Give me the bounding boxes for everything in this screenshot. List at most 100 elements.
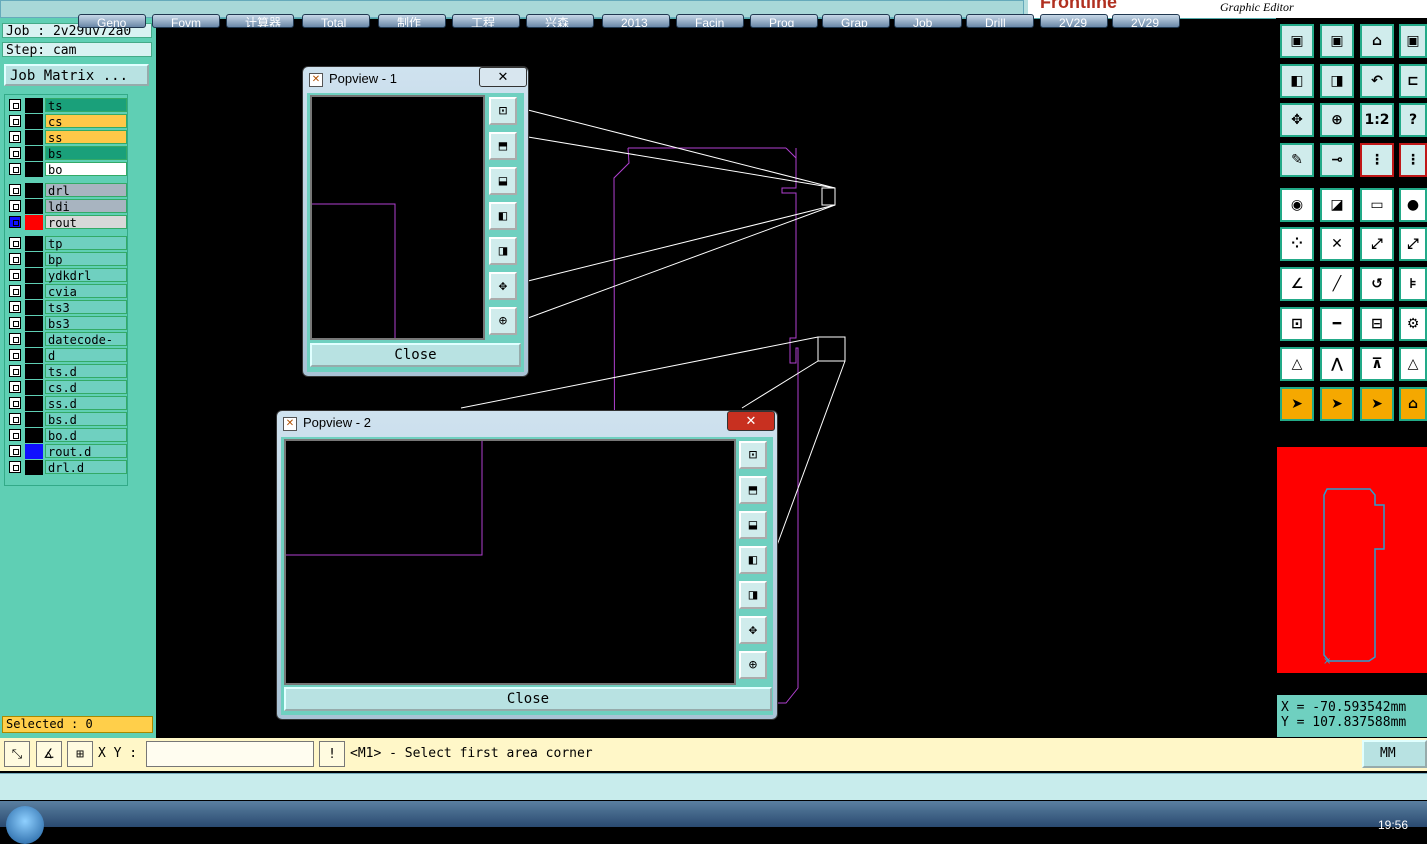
tool-button-icon[interactable]: △ (1399, 347, 1427, 381)
layer-row-bo-d[interactable]: bo.d (9, 428, 127, 443)
tool-button-icon[interactable]: ✕ (1320, 227, 1354, 261)
layer-row-drl-d[interactable]: drl.d (9, 460, 127, 475)
layer-checkbox[interactable] (9, 301, 21, 313)
layer-name[interactable]: bo (45, 162, 127, 177)
pan-left-icon[interactable]: ◧ (739, 546, 767, 574)
layer-name[interactable]: rout (45, 215, 127, 230)
layer-name[interactable]: ts (45, 98, 127, 113)
info-icon[interactable]: ! (319, 741, 345, 767)
angle-icon[interactable]: ∡ (36, 741, 62, 767)
layer-name[interactable]: ss.d (45, 396, 127, 411)
layer-color-swatch[interactable] (25, 412, 43, 427)
start-button[interactable] (6, 806, 44, 844)
layer-color-swatch[interactable] (25, 215, 43, 230)
layer-row-ss-d[interactable]: ss.d (9, 396, 127, 411)
tool-button-icon[interactable]: ⋮ (1360, 143, 1394, 177)
taskbar-item[interactable]: Facin (676, 14, 744, 28)
layer-checkbox[interactable] (9, 413, 21, 425)
layer-checkbox[interactable] (9, 216, 21, 228)
layer-color-swatch[interactable] (25, 284, 43, 299)
snap-icon[interactable]: ⤡ (4, 741, 30, 767)
layer-name[interactable]: ydkdrl (45, 268, 127, 283)
tool-button-icon[interactable]: ↶ (1360, 64, 1394, 98)
tool-button-icon[interactable]: ◪ (1320, 188, 1354, 222)
layer-row-cvia[interactable]: cvia (9, 284, 127, 299)
layer-color-swatch[interactable] (25, 460, 43, 475)
layer-checkbox[interactable] (9, 200, 21, 212)
layer-row-d[interactable]: d (9, 348, 127, 363)
tool-button-icon[interactable]: ∠ (1280, 267, 1314, 301)
pan-up-icon[interactable]: ⬒ (739, 476, 767, 504)
job-matrix-button[interactable]: Job Matrix ... (4, 64, 149, 86)
zoom-out-icon[interactable]: ✥ (489, 272, 517, 300)
layer-color-swatch[interactable] (25, 316, 43, 331)
layer-row-datecode-bo[interactable]: datecode-bo (9, 332, 127, 361)
layer-color-swatch[interactable] (25, 444, 43, 459)
tool-button-icon[interactable]: ⋮ (1399, 143, 1427, 177)
tool-button-icon[interactable]: ▣ (1320, 24, 1354, 58)
popview-1-canvas[interactable] (310, 95, 485, 340)
layer-color-swatch[interactable] (25, 300, 43, 315)
layer-name[interactable]: ss (45, 130, 127, 145)
layer-name[interactable]: drl (45, 183, 127, 198)
layer-checkbox[interactable] (9, 461, 21, 473)
layer-checkbox[interactable] (9, 381, 21, 393)
layer-color-swatch[interactable] (25, 199, 43, 214)
layer-name[interactable]: cs (45, 114, 127, 129)
taskbar-item[interactable]: 兴森 (526, 14, 594, 28)
tool-button-icon[interactable]: ⌂ (1399, 387, 1427, 421)
layer-name[interactable]: bs3 (45, 316, 127, 331)
tool-button-icon[interactable]: △ (1280, 347, 1314, 381)
tool-button-icon[interactable]: ╱ (1320, 267, 1354, 301)
layer-row-bs-d[interactable]: bs.d (9, 412, 127, 427)
layer-checkbox[interactable] (9, 147, 21, 159)
layer-checkbox[interactable] (9, 99, 21, 111)
layer-name[interactable]: rout.d (45, 444, 127, 459)
tool-button-icon[interactable]: ⊧ (1399, 267, 1427, 301)
layer-name[interactable]: bo.d (45, 428, 127, 443)
tool-button-icon[interactable]: ➤ (1280, 387, 1314, 421)
tool-button-icon[interactable]: ▭ (1360, 188, 1394, 222)
taskbar-item[interactable]: Geno (78, 14, 146, 28)
pan-left-icon[interactable]: ◧ (489, 202, 517, 230)
layer-color-swatch[interactable] (25, 348, 43, 363)
pan-right-icon[interactable]: ◨ (739, 581, 767, 609)
zoom-in-icon[interactable]: ⊕ (739, 651, 767, 679)
tool-button-icon[interactable]: 1:2 (1360, 103, 1394, 137)
tool-button-icon[interactable]: ● (1399, 188, 1427, 222)
layer-name[interactable]: datecode-bo (45, 332, 127, 361)
close-icon[interactable]: ✕ (727, 411, 775, 431)
taskbar-item[interactable]: 制作 (378, 14, 446, 28)
taskbar-item[interactable]: 2V29 (1112, 14, 1180, 28)
layer-name[interactable]: bs (45, 146, 127, 161)
layer-checkbox[interactable] (9, 397, 21, 409)
layer-color-swatch[interactable] (25, 332, 43, 347)
pan-up-icon[interactable]: ⬒ (489, 132, 517, 160)
zoom-out-icon[interactable]: ✥ (739, 616, 767, 644)
layer-checkbox[interactable] (9, 131, 21, 143)
units-button[interactable]: MM (1362, 740, 1427, 768)
tool-button-icon[interactable]: ➤ (1320, 387, 1354, 421)
tool-button-icon[interactable]: ◉ (1280, 188, 1314, 222)
layer-row-drl[interactable]: drl (9, 183, 127, 198)
layer-name[interactable]: bs.d (45, 412, 127, 427)
taskbar-item[interactable]: Grap (822, 14, 890, 28)
xy-input[interactable] (146, 741, 314, 767)
layer-name[interactable]: bp (45, 252, 127, 267)
tool-button-icon[interactable]: ⊏ (1399, 64, 1427, 98)
grid-icon[interactable]: ⊞ (67, 741, 93, 767)
tool-button-icon[interactable]: ⌂ (1360, 24, 1394, 58)
tool-button-icon[interactable]: ▣ (1399, 24, 1427, 58)
layer-row-tp[interactable]: tp (9, 236, 127, 251)
layer-color-swatch[interactable] (25, 380, 43, 395)
layer-row-bo[interactable]: bo (9, 162, 127, 177)
layer-checkbox[interactable] (9, 317, 21, 329)
layer-checkbox[interactable] (9, 365, 21, 377)
zoom-in-icon[interactable]: ⊕ (489, 307, 517, 335)
layer-checkbox[interactable] (9, 163, 21, 175)
layer-color-swatch[interactable] (25, 364, 43, 379)
tool-button-icon[interactable]: ↺ (1360, 267, 1394, 301)
tool-button-icon[interactable]: ✎ (1280, 143, 1314, 177)
pan-right-icon[interactable]: ◨ (489, 237, 517, 265)
layer-row-ss[interactable]: ss (9, 130, 127, 145)
